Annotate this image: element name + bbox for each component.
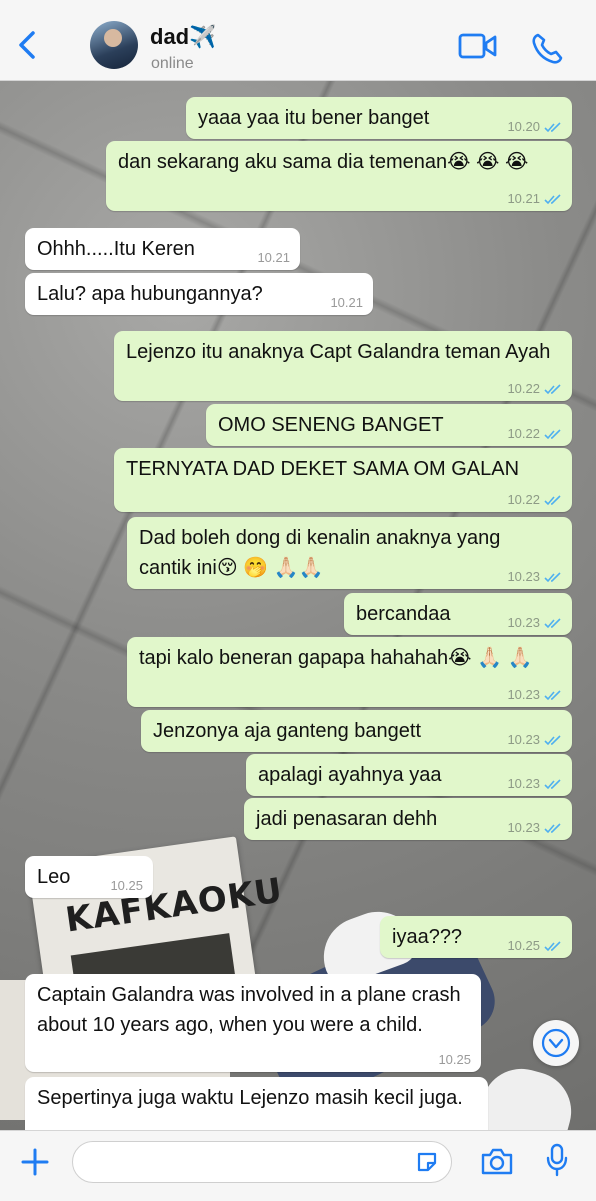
message-time: 10.23 bbox=[507, 615, 540, 630]
message-incoming[interactable]: Lalu? apa hubungannya? 10.21 bbox=[25, 273, 373, 315]
message-outgoing[interactable]: tapi kalo beneran gapapa hahahah😭 🙏🏻 🙏🏻 … bbox=[127, 637, 572, 707]
message-outgoing[interactable]: yaaa yaa itu bener banget 10.20 bbox=[186, 97, 572, 139]
read-ticks-icon bbox=[544, 822, 561, 833]
message-text: Captain Galandra was involved in a plane… bbox=[37, 984, 461, 1036]
read-ticks-icon bbox=[544, 617, 561, 628]
message-incoming[interactable]: Sepertinya juga waktu Lejenzo masih keci… bbox=[25, 1077, 488, 1130]
message-outgoing[interactable]: dan sekarang aku sama dia temenan😭 😭 😭 1… bbox=[106, 141, 572, 211]
contact-status: online bbox=[151, 55, 194, 72]
read-ticks-icon bbox=[544, 494, 561, 505]
message-incoming[interactable]: Ohhh.....Itu Keren 10.21 bbox=[25, 228, 300, 270]
message-outgoing[interactable]: TERNYATA DAD DEKET SAMA OM GALAN 10.22 bbox=[114, 448, 572, 512]
message-outgoing[interactable]: jadi penasaran dehh 10.23 bbox=[244, 798, 572, 840]
message-text: Lejenzo itu anaknya Capt Galandra teman … bbox=[126, 341, 551, 363]
message-incoming[interactable]: Captain Galandra was involved in a plane… bbox=[25, 974, 481, 1072]
message-time: 10.21 bbox=[507, 191, 540, 206]
message-time: 10.23 bbox=[507, 569, 540, 584]
message-time: 10.22 bbox=[507, 381, 540, 396]
message-outgoing[interactable]: Dad boleh dong di kenalin anaknya yang c… bbox=[127, 517, 572, 589]
message-text: jadi penasaran dehh bbox=[256, 808, 438, 830]
message-text: Dad boleh dong di kenalin anaknya yang c… bbox=[139, 527, 501, 579]
message-text: Ohhh.....Itu Keren bbox=[37, 238, 195, 260]
message-incoming[interactable]: Leo 10.25 bbox=[25, 856, 153, 898]
avatar[interactable] bbox=[90, 21, 138, 69]
message-text: apalagi ayahnya yaa bbox=[258, 764, 442, 786]
message-text: Jenzonya aja ganteng bangett bbox=[153, 720, 421, 742]
read-ticks-icon bbox=[544, 121, 561, 132]
message-text: Sepertinya juga waktu Lejenzo masih keci… bbox=[37, 1087, 463, 1109]
chat-header: dad✈️ online bbox=[0, 0, 596, 81]
camera-icon[interactable] bbox=[480, 1146, 514, 1176]
read-ticks-icon bbox=[544, 734, 561, 745]
read-ticks-icon bbox=[544, 940, 561, 951]
contact-name[interactable]: dad✈️ bbox=[150, 24, 217, 50]
message-time: 10.23 bbox=[507, 820, 540, 835]
message-time: 10.25 bbox=[110, 878, 143, 893]
plus-icon[interactable] bbox=[20, 1147, 50, 1177]
chevron-left-icon[interactable] bbox=[14, 30, 44, 60]
message-text: Lalu? apa hubungannya? bbox=[37, 283, 263, 305]
read-ticks-icon bbox=[544, 689, 561, 700]
read-ticks-icon bbox=[544, 193, 561, 204]
phone-icon[interactable] bbox=[530, 32, 564, 66]
read-ticks-icon bbox=[544, 778, 561, 789]
message-time: 10.21 bbox=[330, 295, 363, 310]
message-text: TERNYATA DAD DEKET SAMA OM GALAN bbox=[126, 458, 520, 480]
message-outgoing[interactable]: bercandaa 10.23 bbox=[344, 593, 572, 635]
message-text: dan sekarang aku sama dia temenan😭 😭 😭 bbox=[118, 151, 529, 173]
message-text: tapi kalo beneran gapapa hahahah😭 🙏🏻 🙏🏻 bbox=[139, 647, 533, 669]
message-time: 10.23 bbox=[507, 732, 540, 747]
message-time: 10.21 bbox=[257, 250, 290, 265]
message-time: 10.22 bbox=[507, 492, 540, 507]
read-ticks-icon bbox=[544, 571, 561, 582]
scroll-to-bottom-button[interactable] bbox=[533, 1020, 579, 1066]
message-text: Leo bbox=[37, 866, 71, 888]
message-input[interactable] bbox=[72, 1141, 452, 1183]
read-ticks-icon bbox=[544, 428, 561, 439]
message-composer bbox=[0, 1130, 596, 1201]
sticker-icon[interactable] bbox=[415, 1150, 439, 1174]
message-outgoing[interactable]: iyaa??? 10.25 bbox=[380, 916, 572, 958]
message-outgoing[interactable]: Lejenzo itu anaknya Capt Galandra teman … bbox=[114, 331, 572, 401]
message-outgoing[interactable]: OMO SENENG BANGET 10.22 bbox=[206, 404, 572, 446]
message-text: bercandaa bbox=[356, 603, 451, 625]
message-outgoing[interactable]: apalagi ayahnya yaa 10.23 bbox=[246, 754, 572, 796]
read-ticks-icon bbox=[544, 383, 561, 394]
message-time: 10.25 bbox=[507, 938, 540, 953]
message-outgoing[interactable]: Jenzonya aja ganteng bangett 10.23 bbox=[141, 710, 572, 752]
microphone-icon[interactable] bbox=[545, 1143, 569, 1177]
message-time: 10.23 bbox=[507, 776, 540, 791]
message-text: yaaa yaa itu bener banget bbox=[198, 107, 430, 129]
message-time: 10.23 bbox=[507, 687, 540, 702]
message-time: 10.20 bbox=[507, 119, 540, 134]
video-camera-icon[interactable] bbox=[458, 32, 498, 60]
chevron-down-icon bbox=[541, 1028, 571, 1058]
message-time: 10.25 bbox=[438, 1052, 471, 1067]
message-time: 10.22 bbox=[507, 426, 540, 441]
message-text: OMO SENENG BANGET bbox=[218, 414, 444, 436]
message-text: iyaa??? bbox=[392, 926, 463, 948]
